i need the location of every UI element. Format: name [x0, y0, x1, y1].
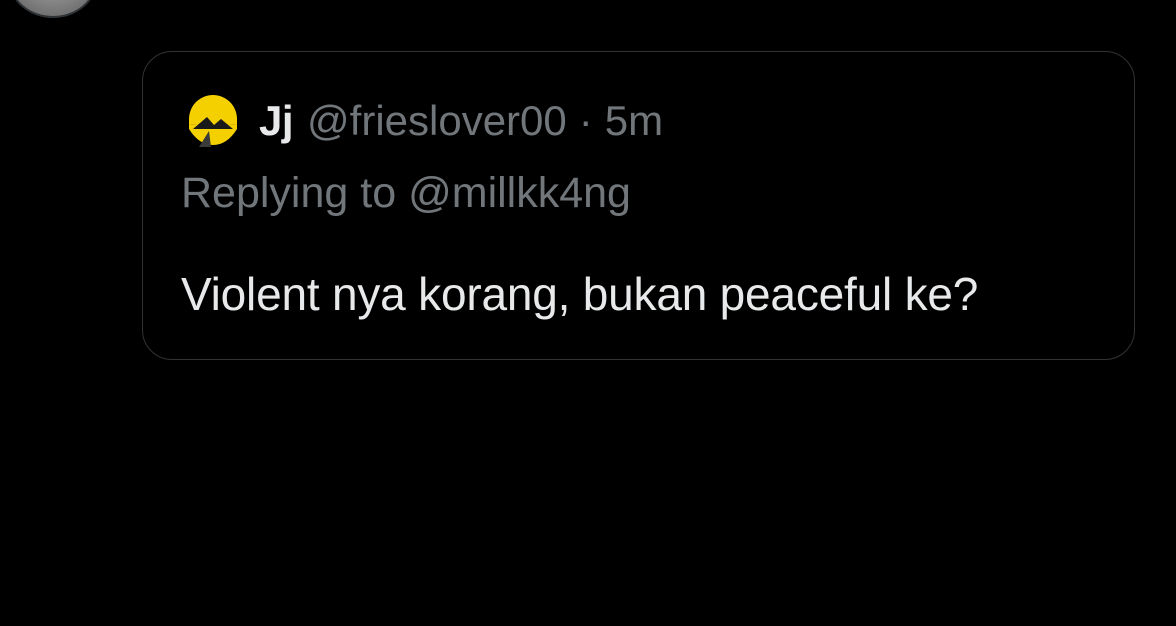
quoted-tweet-card[interactable]: Jj @frieslover00 · 5m Replying to @millk… — [142, 51, 1135, 360]
author-display-name[interactable]: Jj — [259, 97, 294, 145]
replying-to-label: Replying to — [181, 169, 397, 217]
replying-to-line: Replying to @millkk4ng — [181, 169, 631, 218]
previous-tweet-avatar[interactable] — [8, 0, 98, 18]
quoted-tweet-text: Violent nya korang, bukan peaceful ke? — [181, 268, 979, 320]
replying-to-handle[interactable]: @millkk4ng — [408, 169, 631, 217]
separator-dot: · — [578, 97, 593, 144]
author-avatar-icon[interactable] — [187, 95, 239, 147]
author-handle[interactable]: @frieslover00 — [307, 97, 567, 145]
tweet-timestamp[interactable]: 5m — [605, 97, 663, 145]
quoted-tweet-header: Jj @frieslover00 · 5m — [187, 95, 663, 147]
